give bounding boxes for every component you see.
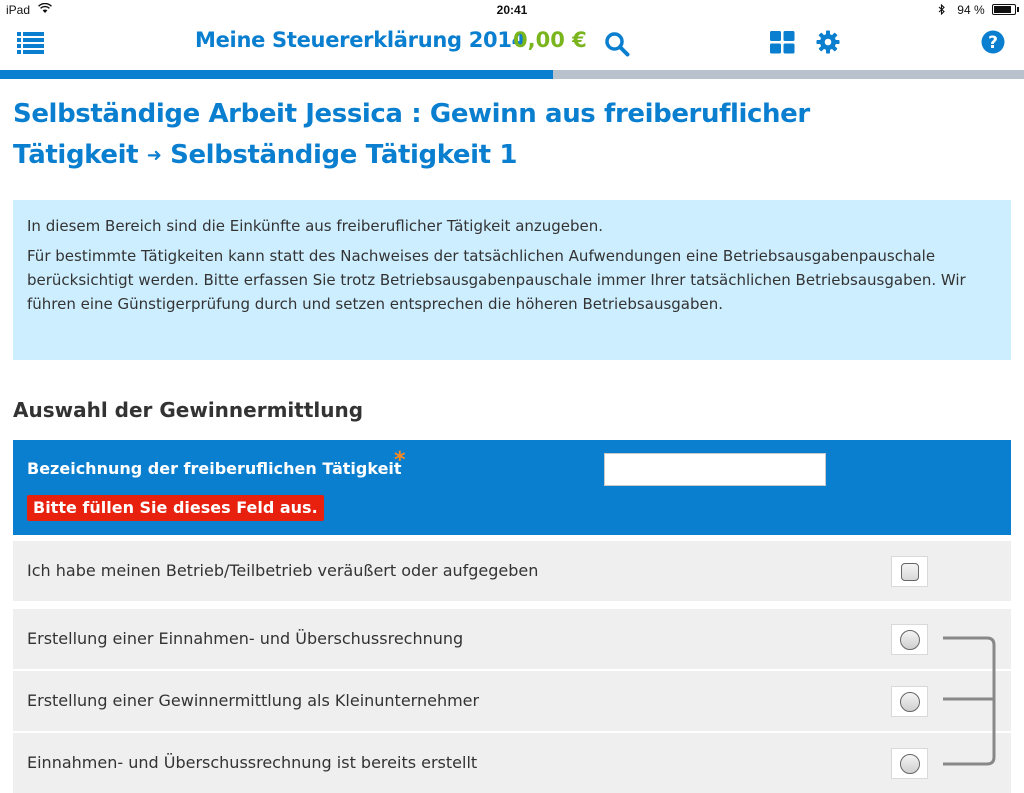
gear-icon[interactable]: [815, 29, 841, 55]
checkbox-icon: [900, 562, 919, 581]
status-bar: iPad 20:41 94 %: [0, 0, 1024, 20]
list-item: Erstellung einer Gewinnermittlung als Kl…: [13, 671, 1011, 731]
info-box: In diesem Bereich sind die Einkünfte aus…: [13, 200, 1011, 360]
app-title: Meine Steuererklärung 2014: [195, 28, 526, 52]
help-icon[interactable]: ?: [980, 29, 1006, 55]
info-text-2: Für bestimmte Tätigkeiten kann statt des…: [27, 247, 966, 313]
list-item: Erstellung einer Einnahmen- und Überschu…: [13, 609, 1011, 669]
radio-icon: [899, 691, 920, 712]
radio-icon: [899, 753, 920, 774]
activity-name-row: Bezeichnung der freiberuflichen Tätigkei…: [13, 440, 1011, 535]
radio-icon: [899, 629, 920, 650]
error-message: Bitte füllen Sie dieses Feld aus.: [27, 495, 324, 521]
option-radio-3[interactable]: [891, 748, 928, 779]
section-title: Auswahl der Gewinnermittlung: [13, 398, 364, 422]
option-radio-2[interactable]: [891, 686, 928, 717]
arrow-icon: ➜: [146, 145, 162, 166]
option-radio-1[interactable]: [891, 624, 928, 655]
refund-amount[interactable]: 0,00 €: [513, 28, 587, 52]
app-bar: Meine Steuererklärung 2014 0,00 € ?: [0, 20, 1024, 70]
sold-business-label: Ich habe meinen Betrieb/Teilbetrieb verä…: [27, 561, 539, 580]
sold-business-checkbox[interactable]: [891, 556, 928, 587]
list-item: Einnahmen- und Überschussrechnung ist be…: [13, 733, 1011, 793]
option-label-2: Erstellung einer Gewinnermittlung als Kl…: [27, 691, 480, 710]
option-label-1: Erstellung einer Einnahmen- und Überschu…: [27, 629, 464, 648]
page-title-part2: Selbständige Tätigkeit 1: [170, 140, 518, 170]
search-icon[interactable]: [603, 30, 631, 58]
bluetooth-icon: [938, 3, 957, 17]
info-text-1: In diesem Bereich sind die Einkünfte aus…: [27, 217, 604, 235]
clock: 20:41: [496, 3, 528, 17]
option-label-3: Einnahmen- und Überschussrechnung ist be…: [27, 753, 478, 772]
grid-icon[interactable]: [769, 30, 795, 54]
activity-name-input[interactable]: [604, 453, 826, 486]
svg-text:?: ?: [988, 33, 998, 53]
page-title: Selbständige Arbeit Jessica : Gewinn aus…: [13, 94, 873, 176]
battery-icon: [992, 4, 1019, 15]
sold-business-row: Ich habe meinen Betrieb/Teilbetrieb verä…: [13, 541, 1011, 601]
progress-bar: [0, 70, 1024, 79]
activity-name-label: Bezeichnung der freiberuflichen Tätigkei…: [27, 459, 402, 478]
required-marker: *: [394, 448, 406, 473]
list-icon[interactable]: [16, 31, 44, 55]
battery-percent: 94 %: [957, 3, 985, 17]
